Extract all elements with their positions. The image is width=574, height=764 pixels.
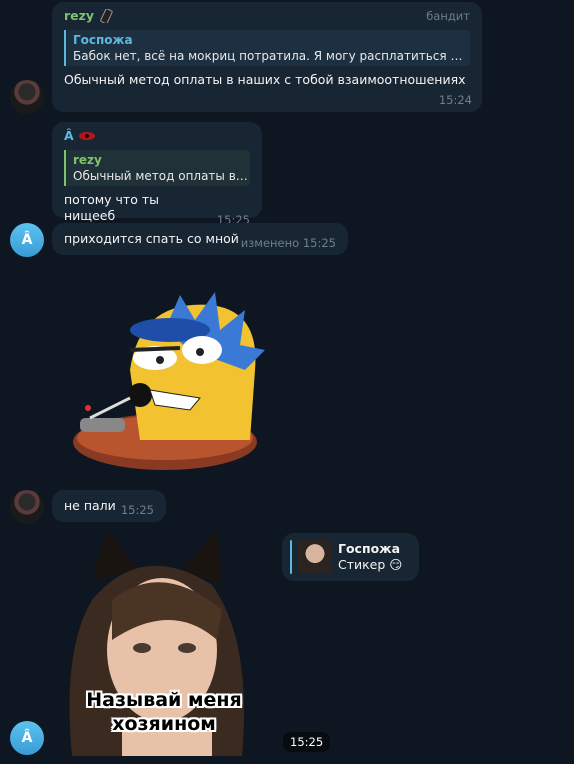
reply-text: Бабок нет, всё на мокриц потратила. Я мо… [73, 49, 470, 63]
message-time: 15:25 [283, 732, 331, 752]
reply-name: rezy [73, 153, 102, 167]
reply-name: Госпожа [338, 541, 401, 556]
eye-icon [78, 132, 95, 140]
sender-name[interactable]: Â [64, 128, 74, 144]
sticker-photo[interactable]: Называй меня хозяином [52, 530, 276, 756]
sticker-caption-line-2: хозяином [112, 713, 216, 735]
message-bubble-4[interactable]: не пали 15:25 [52, 490, 166, 522]
reply-quote[interactable]: Госпожа Бабок нет, всё на мокриц потрати… [64, 30, 470, 66]
message-text: потому что ты нищееб [64, 192, 159, 223]
cartoon-sticker-image [73, 292, 265, 470]
sticker-cartoon[interactable] [70, 290, 270, 475]
message-text: не пали [64, 498, 116, 513]
message-text: приходится спать со мной [64, 231, 239, 246]
sender-role: бандит [426, 9, 470, 23]
reply-quote[interactable]: rezy Обычный метод оплаты в ... [64, 150, 250, 186]
reply-thumbnail [298, 540, 332, 574]
message-time: 15:25 [302, 236, 336, 250]
edited-label: изменено [240, 236, 300, 250]
message-time: 15:24 [438, 93, 472, 107]
message-meta: изменено 15:25 [241, 235, 336, 251]
reply-bar [290, 540, 292, 574]
message-time: 15:25 [120, 503, 154, 517]
phone-icon [100, 9, 113, 23]
avatar-rezy[interactable] [10, 80, 44, 114]
reply-text: Обычный метод оплаты в ... [73, 169, 250, 183]
message-bubble-3[interactable]: приходится спать со мной изменено 15:25 [52, 223, 348, 255]
sticker-caption: Называй меня хозяином [52, 688, 276, 736]
avatar-rezy[interactable] [10, 490, 44, 524]
avatar-a[interactable]: Â [10, 721, 44, 755]
reply-name: Госпожа [73, 33, 133, 47]
message-text: Обычный метод оплаты в наших с тобой вза… [64, 72, 466, 87]
sticker-reply-card[interactable]: Госпожа Стикер 😏 [282, 533, 419, 581]
message-bubble-2[interactable]: Â rezy Обычный метод оплаты в ... потому… [52, 122, 262, 227]
reply-text: Стикер 😏 [338, 557, 403, 572]
message-bubble-1[interactable]: rezy бандит Госпожа Бабок нет, всё на мо… [52, 2, 482, 112]
avatar-a[interactable]: Â [10, 223, 44, 257]
sticker-caption-line-1: Называй меня [86, 689, 242, 711]
sender-name[interactable]: rezy [64, 8, 94, 24]
